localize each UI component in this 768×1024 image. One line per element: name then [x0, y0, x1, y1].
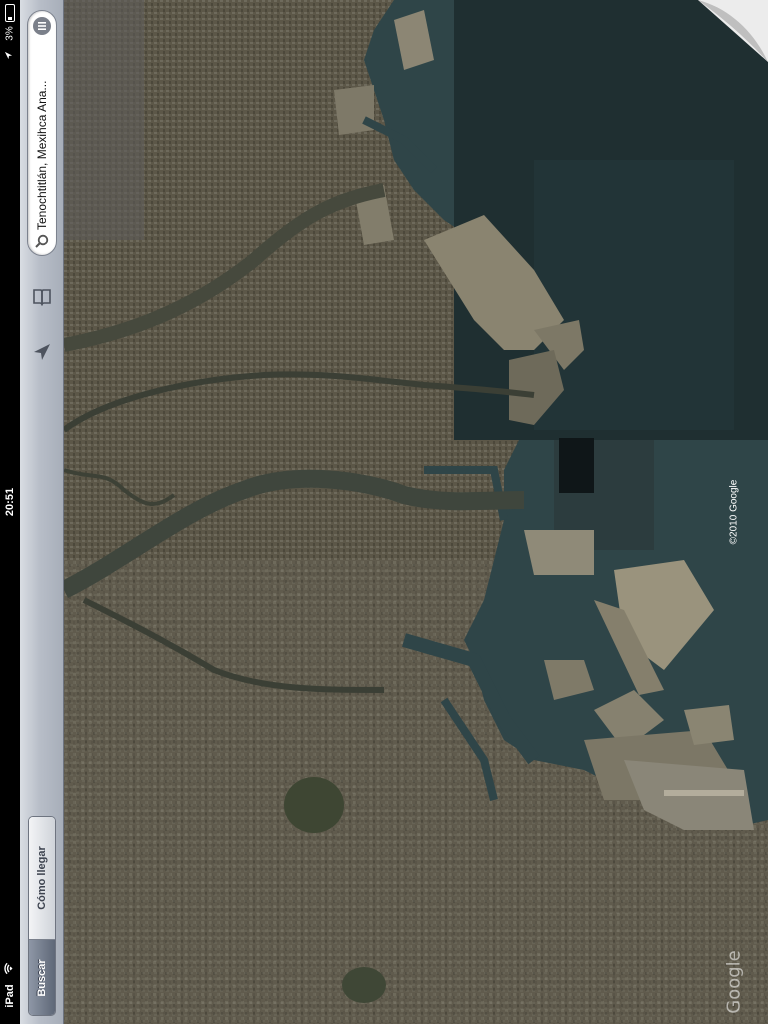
- battery-icon: [5, 4, 15, 22]
- page-curl-icon[interactable]: [698, 0, 768, 62]
- satellite-map[interactable]: ©2010 Google Google: [64, 0, 768, 1024]
- results-list-icon[interactable]: [33, 17, 51, 35]
- search-directions-segmented-control: Cómo llegar Buscar: [28, 816, 56, 1016]
- maps-toolbar: Tenochtitlán, Mexihca Ana... Cómo llegar…: [20, 0, 64, 1024]
- bookmarks-book-icon: [33, 289, 51, 306]
- magnifier-icon: [34, 233, 50, 249]
- tab-directions[interactable]: Cómo llegar: [29, 817, 55, 940]
- tab-directions-label: Cómo llegar: [36, 846, 48, 910]
- locate-me-button[interactable]: [30, 340, 54, 364]
- device-name: iPad: [4, 984, 16, 1008]
- clock-time: 20:51: [4, 487, 16, 517]
- map-copyright: ©2010 Google: [728, 479, 740, 545]
- search-input[interactable]: Tenochtitlán, Mexihca Ana...: [27, 10, 57, 256]
- wifi-icon: [4, 960, 17, 978]
- location-arrow-icon: [34, 344, 50, 360]
- satellite-imagery: [64, 0, 768, 1024]
- search-query-text: Tenochtitlán, Mexihca Ana...: [35, 80, 49, 230]
- bookmarks-button[interactable]: [29, 284, 55, 310]
- google-logo: Google: [723, 950, 745, 1014]
- status-bar: iPad 20:51 3%: [0, 0, 20, 1024]
- tab-search[interactable]: Buscar: [29, 940, 55, 1015]
- battery-percent: 3%: [4, 26, 16, 41]
- tab-search-label: Buscar: [36, 958, 48, 997]
- location-arrow-icon: [4, 49, 16, 63]
